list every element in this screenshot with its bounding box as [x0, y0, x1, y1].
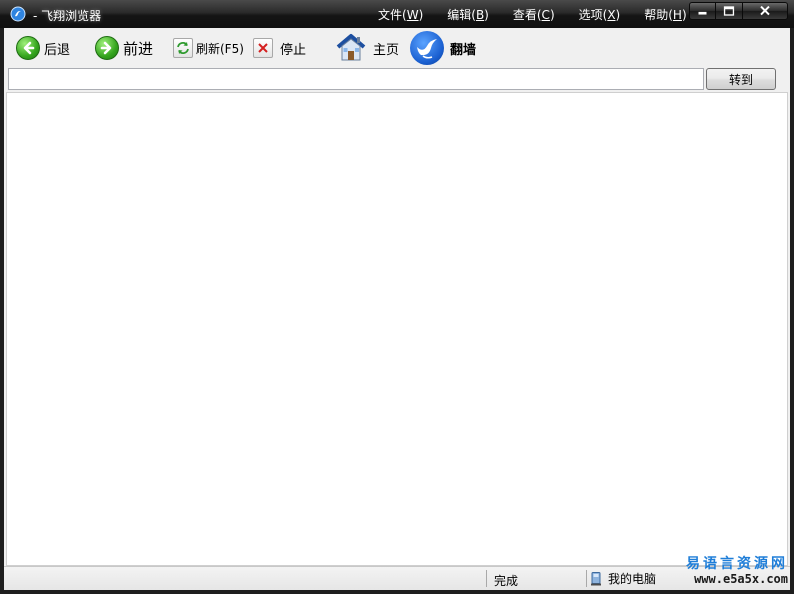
web-content-area[interactable]: [6, 92, 788, 566]
status-text: 完成: [494, 574, 519, 588]
address-input[interactable]: [8, 68, 704, 90]
menu-view[interactable]: 查看(C): [507, 6, 561, 24]
menu-edit[interactable]: 编辑(B): [441, 6, 495, 24]
window-title: - 飞翔浏览器: [33, 9, 102, 23]
menu-view-close: ): [549, 8, 555, 22]
minimize-button[interactable]: [689, 2, 716, 20]
home-button[interactable]: 主页: [334, 32, 399, 64]
close-icon: [760, 5, 770, 16]
status-separator: [586, 570, 587, 587]
menu-view-accel: C: [541, 8, 550, 22]
menu-help-accel: H: [672, 8, 682, 22]
fanqiang-label: 翻墙: [450, 42, 477, 58]
minimize-icon: [698, 11, 707, 15]
menu-edit-accel: B: [475, 8, 485, 22]
client-area: 后退 前进 刷新(F5) 停止 主页 翻墙 转到 完成 我的电脑: [4, 28, 790, 590]
watermark-url: www.e5a5x.com: [694, 572, 788, 586]
menu-edit-close: ): [484, 8, 489, 22]
menu-edit-label: 编辑(: [447, 8, 476, 22]
menu-file-accel: W: [406, 8, 419, 22]
site-watermark: 易语言资源网 www.e5a5x.com: [686, 556, 788, 586]
refresh-icon: [173, 38, 193, 58]
stop-button[interactable]: 停止: [253, 34, 306, 62]
maximize-icon: [723, 6, 735, 16]
menu-file[interactable]: 文件(W): [372, 6, 429, 24]
menu-options-close: ): [615, 8, 621, 22]
watermark-cn: 易语言资源网: [686, 556, 788, 572]
browser-logo-icon: [10, 6, 26, 22]
forward-arrow-icon: [95, 36, 119, 60]
back-button[interactable]: 后退: [16, 34, 70, 62]
menu-options-accel: X: [607, 8, 616, 22]
maximize-button[interactable]: [716, 2, 743, 20]
stop-label: 停止: [280, 42, 307, 58]
go-button[interactable]: 转到: [706, 68, 776, 90]
refresh-button[interactable]: 刷新(F5): [173, 34, 244, 62]
forward-label: 前进: [123, 39, 154, 58]
menu-options-label: 选项(: [578, 8, 608, 22]
security-zone: 我的电脑: [590, 570, 656, 587]
menu-options[interactable]: 选项(X): [573, 6, 627, 24]
menu-bar: 文件(W) 编辑(B) 查看(C) 选项(X) 帮助(H): [372, 6, 705, 24]
menu-help-close: ): [681, 8, 687, 22]
close-button[interactable]: [743, 2, 788, 20]
window-controls: [689, 2, 788, 20]
browser-window: - 飞翔浏览器 文件(W) 编辑(B) 查看(C) 选项(X) 帮助(H) 后退…: [0, 0, 794, 594]
stop-icon: [253, 38, 273, 58]
status-bar: 完成 我的电脑: [4, 566, 790, 590]
forward-button[interactable]: 前进: [95, 34, 153, 62]
back-label: 后退: [44, 42, 71, 58]
back-arrow-icon: [16, 36, 40, 60]
status-separator: [486, 570, 487, 587]
fanqiang-bird-icon: [410, 31, 444, 65]
refresh-label: 刷新(F5): [196, 41, 244, 56]
menu-help-label: 帮助(: [644, 8, 673, 22]
menu-help[interactable]: 帮助(H): [638, 6, 692, 24]
toolbar: 后退 前进 刷新(F5) 停止 主页 翻墙: [4, 28, 790, 68]
home-label: 主页: [373, 42, 400, 58]
title-bar[interactable]: - 飞翔浏览器 文件(W) 编辑(B) 查看(C) 选项(X) 帮助(H): [0, 0, 794, 28]
fanqiang-button[interactable]: 翻墙: [410, 31, 476, 65]
computer-icon: [591, 571, 601, 585]
home-icon: [336, 34, 366, 61]
zone-label: 我的电脑: [608, 572, 657, 586]
menu-file-label: 文件(: [378, 8, 407, 22]
menu-view-label: 查看(: [512, 8, 542, 22]
menu-file-close: ): [418, 8, 424, 22]
